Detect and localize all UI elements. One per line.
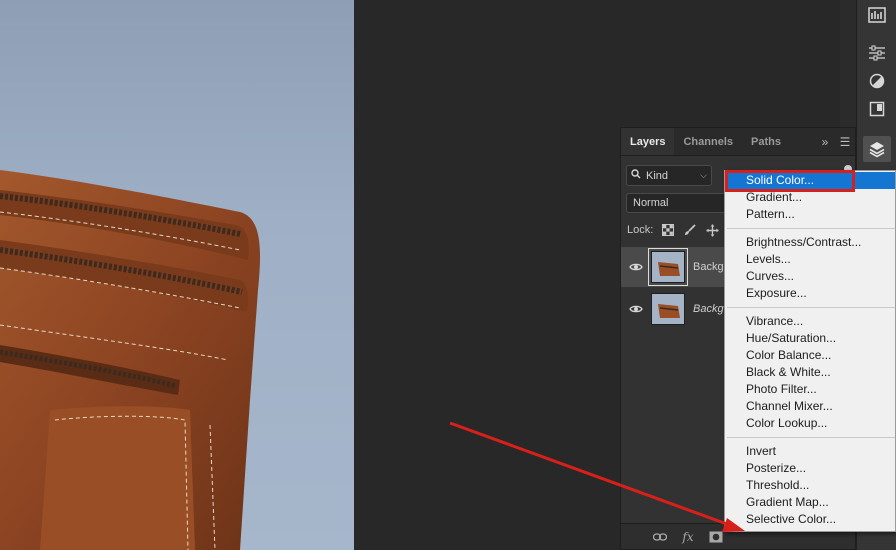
eye-icon[interactable] xyxy=(621,304,651,314)
chevron-down-icon: ⌵ xyxy=(700,170,707,180)
menu-item-hue-saturation[interactable]: Hue/Saturation... xyxy=(725,330,895,347)
adjustments-icon[interactable] xyxy=(863,40,891,66)
lock-row: Lock: xyxy=(627,223,719,237)
menu-item-selective-color[interactable]: Selective Color... xyxy=(725,511,895,528)
layer-thumbnail xyxy=(651,293,685,325)
fx-icon[interactable]: fx xyxy=(681,530,695,544)
menu-item-color-balance[interactable]: Color Balance... xyxy=(725,347,895,364)
styles-icon[interactable] xyxy=(863,68,891,94)
tab-spacer xyxy=(790,128,815,155)
blend-mode-select[interactable]: Normal xyxy=(626,193,726,213)
menu-item-color-lookup[interactable]: Color Lookup... xyxy=(725,415,895,432)
blend-mode-value: Normal xyxy=(633,197,669,209)
menu-separator xyxy=(727,307,895,308)
leather-bag-photo xyxy=(0,170,261,550)
menu-item-posterize[interactable]: Posterize... xyxy=(725,460,895,477)
tab-paths[interactable]: Paths xyxy=(742,128,790,155)
menu-item-invert[interactable]: Invert xyxy=(725,443,895,460)
menu-item-exposure[interactable]: Exposure... xyxy=(725,285,895,302)
panel-tabs: Layers Channels Paths » ☰ xyxy=(621,128,855,156)
canvas-image[interactable] xyxy=(0,0,354,550)
menu-item-solid-color[interactable]: Solid Color... xyxy=(725,172,895,189)
menu-separator xyxy=(727,437,895,438)
menu-item-levels[interactable]: Levels... xyxy=(725,251,895,268)
menu-item-pattern[interactable]: Pattern... xyxy=(725,206,895,223)
search-icon xyxy=(631,169,641,182)
layer-thumbnail xyxy=(648,248,688,286)
link-icon[interactable] xyxy=(653,530,667,544)
menu-separator xyxy=(727,228,895,229)
panel-menu-icon[interactable]: ☰ xyxy=(835,128,855,155)
layer-filter-select[interactable]: Kind ⌵ xyxy=(626,165,712,186)
menu-item-gradient[interactable]: Gradient... xyxy=(725,189,895,206)
libraries-icon[interactable] xyxy=(863,96,891,122)
menu-item-brightness-contrast[interactable]: Brightness/Contrast... xyxy=(725,234,895,251)
menu-item-threshold[interactable]: Threshold... xyxy=(725,477,895,494)
histogram-icon[interactable] xyxy=(863,2,891,28)
mask-icon[interactable] xyxy=(709,530,723,544)
eye-icon[interactable] xyxy=(621,262,651,272)
tab-channels[interactable]: Channels xyxy=(674,128,742,155)
lock-pixels-icon[interactable] xyxy=(683,223,697,237)
collapse-panel-icon[interactable]: » xyxy=(815,128,835,155)
menu-item-vibrance[interactable]: Vibrance... xyxy=(725,313,895,330)
lock-label: Lock: xyxy=(627,224,654,236)
filter-kind-label: Kind xyxy=(646,169,669,182)
tab-layers[interactable]: Layers xyxy=(621,128,675,155)
lock-position-icon[interactable] xyxy=(705,223,719,237)
menu-item-curves[interactable]: Curves... xyxy=(725,268,895,285)
menu-item-gradient-map[interactable]: Gradient Map... xyxy=(725,494,895,511)
layer-name: Backg xyxy=(693,261,724,273)
menu-item-black-white[interactable]: Black & White... xyxy=(725,364,895,381)
layers-icon[interactable] xyxy=(863,136,891,162)
menu-item-photo-filter[interactable]: Photo Filter... xyxy=(725,381,895,398)
layer-name: Backg xyxy=(693,303,724,315)
adjustment-layer-menu: Solid Color... Gradient... Pattern... Br… xyxy=(724,170,896,532)
menu-item-channel-mixer[interactable]: Channel Mixer... xyxy=(725,398,895,415)
lock-transparency-icon[interactable] xyxy=(661,223,675,237)
